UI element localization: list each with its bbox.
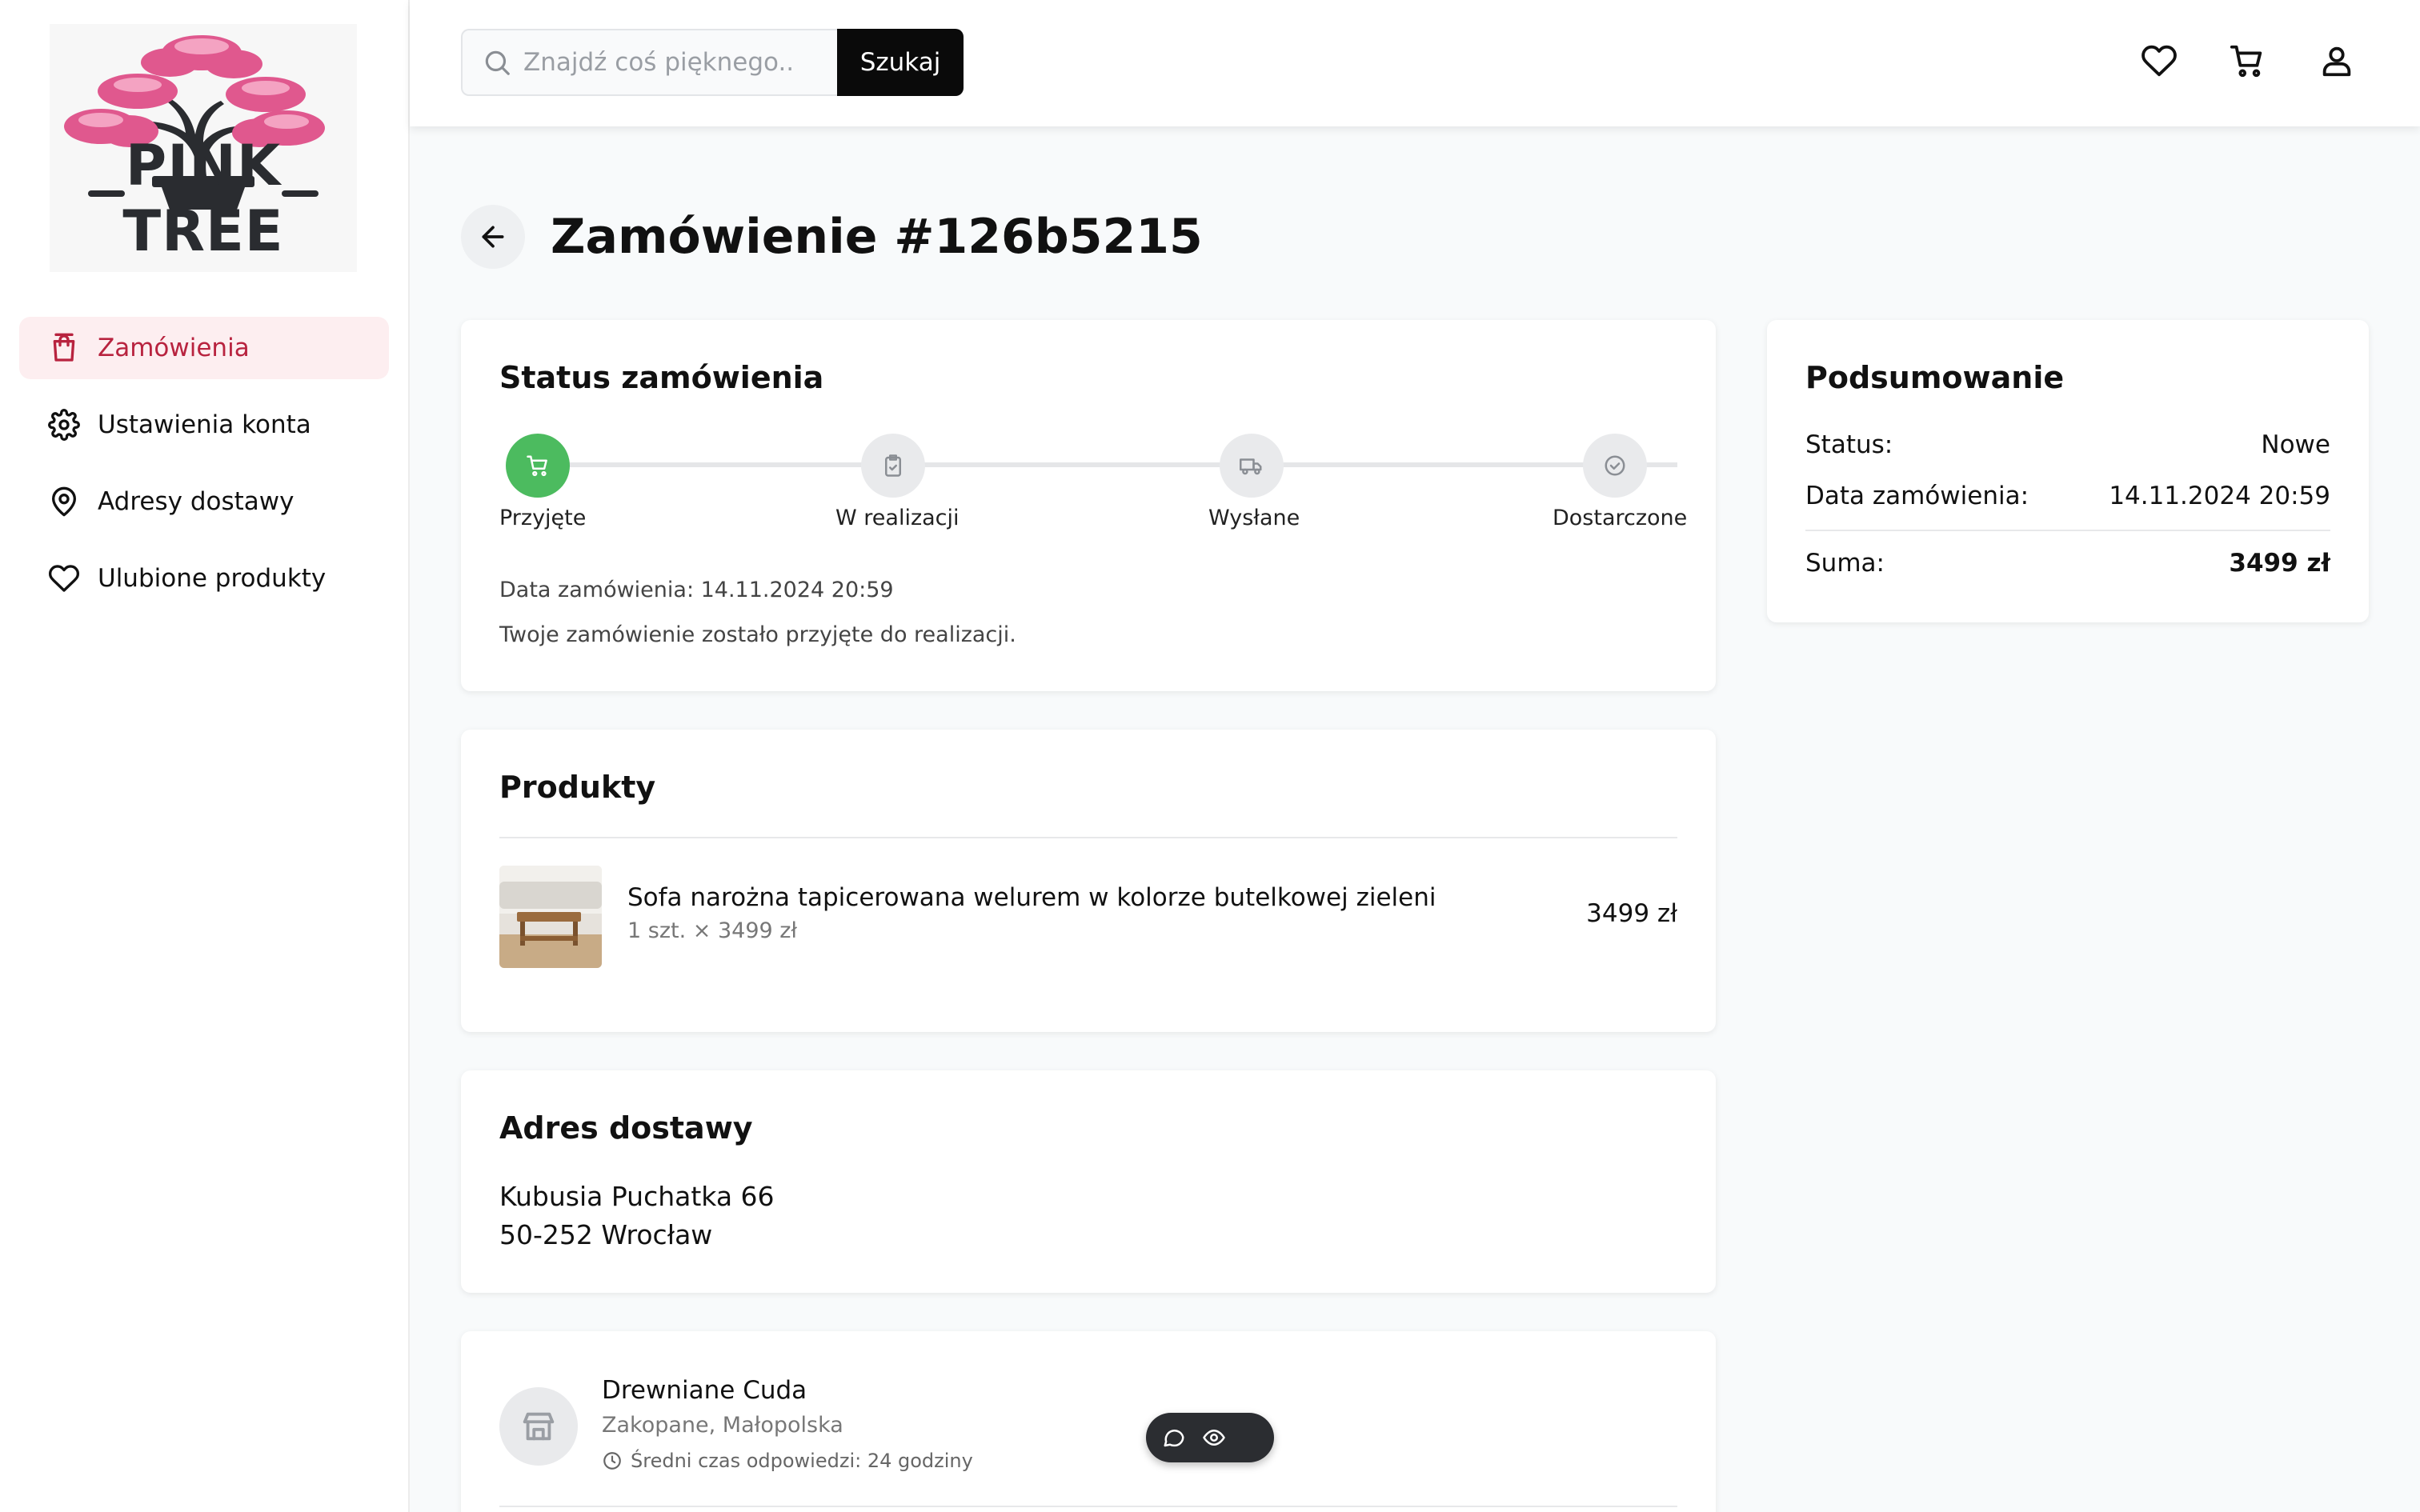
step-delivered — [1583, 434, 1647, 498]
product-name[interactable]: Sofa narożna tapicerowana welurem w kolo… — [627, 883, 1436, 912]
search-input[interactable] — [523, 48, 795, 77]
heart-icon — [2142, 45, 2177, 77]
products-card: Produkty Sofa narożna tapicerowana welur… — [461, 730, 1716, 1032]
check-circle-icon — [1605, 455, 1625, 476]
chat-bubble-icon[interactable] — [1162, 1426, 1186, 1450]
sidebar: PINK TREE Zamówienia Ustawienia konta Ad… — [0, 0, 410, 1512]
address-city: 50-252 Wrocław — [499, 1219, 713, 1250]
step-in-progress — [861, 434, 925, 498]
seller-response-time: Średni czas odpowiedzi: 24 godziny — [602, 1450, 973, 1472]
clock-icon — [603, 1452, 621, 1470]
sidebar-item-orders[interactable]: Zamówienia — [19, 317, 389, 379]
store-avatar — [499, 1387, 578, 1466]
step-label: Wysłane — [1208, 506, 1300, 530]
store-icon — [523, 1412, 555, 1441]
floating-toolbar — [1146, 1413, 1274, 1462]
sidebar-item-favorite-products[interactable]: Ulubione produkty — [19, 547, 389, 610]
seller-card: Drewniane Cuda Zakopane, Małopolska Śred… — [461, 1331, 1716, 1512]
search-icon — [485, 50, 510, 75]
order-date-text: Data zamówienia: 14.11.2024 20:59 — [499, 578, 894, 602]
status-message: Twoje zamówienie zostało przyjęte do rea… — [499, 622, 1016, 647]
account-nav: Zamówienia Ustawienia konta Adresy dosta… — [19, 317, 389, 624]
page-title: Zamówienie #126b5215 — [551, 209, 1203, 265]
sidebar-item-delivery-addresses[interactable]: Adresy dostawy — [19, 470, 389, 533]
sidebar-item-label: Ustawienia konta — [98, 410, 311, 439]
step-label: Przyjęte — [499, 506, 587, 530]
progress-track — [538, 462, 1677, 467]
summary-date-row: Data zamówienia: 14.11.2024 20:59 — [1805, 482, 2330, 510]
user-icon — [2322, 46, 2351, 77]
divider — [499, 837, 1677, 838]
product-price: 3499 zł — [1586, 899, 1677, 928]
search-button[interactable]: Szukaj — [837, 29, 964, 96]
gear-icon — [46, 407, 82, 442]
cart-button[interactable] — [2222, 35, 2273, 86]
total-value: 3499 zł — [2229, 549, 2330, 578]
summary-total-row: Suma: 3499 zł — [1805, 549, 2330, 578]
seller-location: Zakopane, Małopolska — [602, 1413, 843, 1438]
search-box — [461, 29, 837, 96]
arrow-left-icon — [482, 226, 504, 248]
status-badge: Nowe — [2261, 430, 2330, 459]
step-label: Dostarczone — [1553, 506, 1688, 530]
step-shipped — [1220, 434, 1284, 498]
summary-value: 14.11.2024 20:59 — [2109, 482, 2330, 510]
map-pin-icon — [46, 484, 82, 519]
summary-label: Data zamówienia: — [1805, 482, 2029, 510]
top-bar: Szukaj — [410, 0, 2420, 126]
eye-icon[interactable] — [1202, 1426, 1226, 1450]
step-label: W realizacji — [835, 506, 960, 530]
step-received — [506, 434, 570, 498]
card-title: Podsumowanie — [1805, 360, 2065, 395]
card-title: Status zamówienia — [499, 360, 824, 395]
product-thumbnail[interactable] — [499, 866, 602, 968]
sidebar-item-label: Adresy dostawy — [98, 487, 294, 516]
cart-icon — [527, 455, 547, 477]
sidebar-item-account-settings[interactable]: Ustawienia konta — [19, 394, 389, 456]
account-button[interactable] — [2311, 35, 2362, 86]
summary-status-row: Status: Nowe — [1805, 430, 2330, 459]
back-button[interactable] — [461, 205, 525, 269]
delivery-address-card: Adres dostawy Kubusia Puchatka 66 50-252… — [461, 1070, 1716, 1293]
truck-icon — [1240, 458, 1262, 475]
address-street: Kubusia Puchatka 66 — [499, 1181, 775, 1212]
response-time-text: Średni czas odpowiedzi: 24 godziny — [631, 1450, 973, 1472]
cart-icon — [2230, 45, 2262, 78]
sidebar-item-label: Zamówienia — [98, 334, 250, 362]
brand-logo[interactable]: PINK TREE — [50, 24, 357, 272]
order-status-card: Status zamówienia Przyjęte W realizacji … — [461, 320, 1716, 691]
card-title: Adres dostawy — [499, 1110, 753, 1146]
shopping-bag-icon — [46, 330, 82, 366]
product-image — [499, 866, 602, 968]
summary-label: Suma: — [1805, 549, 1885, 578]
seller-name[interactable]: Drewniane Cuda — [602, 1376, 807, 1405]
product-quantity: 1 szt. × 3499 zł — [627, 918, 798, 943]
card-title: Produkty — [499, 770, 656, 805]
clipboard-check-icon — [885, 454, 901, 477]
wishlist-button[interactable] — [2134, 35, 2185, 86]
sidebar-item-label: Ulubione produkty — [98, 564, 327, 593]
heart-icon — [46, 561, 82, 596]
summary-label: Status: — [1805, 430, 1893, 459]
divider — [499, 1506, 1677, 1507]
brand-name: PINK TREE — [122, 133, 284, 264]
divider — [1805, 530, 2330, 531]
summary-card: Podsumowanie Status: Nowe Data zamówieni… — [1767, 320, 2369, 622]
